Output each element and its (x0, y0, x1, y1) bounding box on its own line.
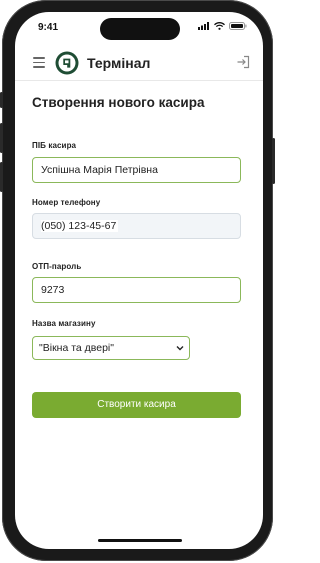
app-title: Термінал (87, 55, 151, 71)
create-cashier-button[interactable]: Створити касира (32, 392, 241, 418)
screen: 9:41 Термінал Створення нового касира ПІ… (15, 12, 263, 549)
chevron-down-icon (176, 346, 184, 351)
store-label: Назва магазину (32, 319, 96, 328)
otp-label: ОТП-пароль (32, 262, 82, 271)
signal-icon (198, 22, 209, 30)
full-name-label: ПІБ касира (32, 141, 77, 150)
store-selected-value: "Вікна та двері" (39, 342, 114, 354)
wifi-icon (214, 22, 225, 30)
full-name-input[interactable]: Успішна Марія Петрівна (32, 157, 241, 183)
status-icons (198, 22, 247, 30)
store-select[interactable]: "Вікна та двері" (32, 336, 190, 360)
phone-value: (050) 123-45-67 (41, 220, 119, 232)
power-button (272, 138, 275, 184)
status-time: 9:41 (38, 22, 59, 33)
otp-input[interactable]: 9273 (32, 277, 241, 303)
dynamic-island (100, 18, 180, 40)
page-title: Створення нового касира (32, 95, 205, 110)
phone-frame: 9:41 Термінал Створення нового касира ПІ… (0, 0, 275, 561)
phone-label: Номер телефону (32, 198, 101, 207)
home-indicator (98, 539, 182, 542)
app-header: Термінал (15, 46, 263, 81)
mute-switch (0, 92, 3, 108)
battery-icon (229, 22, 247, 30)
volume-up-button (0, 123, 3, 153)
hamburger-menu-icon[interactable] (33, 57, 45, 68)
logout-icon[interactable] (236, 55, 250, 69)
phone-input[interactable]: (050) 123-45-67 (32, 213, 241, 239)
volume-down-button (0, 162, 3, 192)
shop-logo-icon (55, 51, 79, 75)
